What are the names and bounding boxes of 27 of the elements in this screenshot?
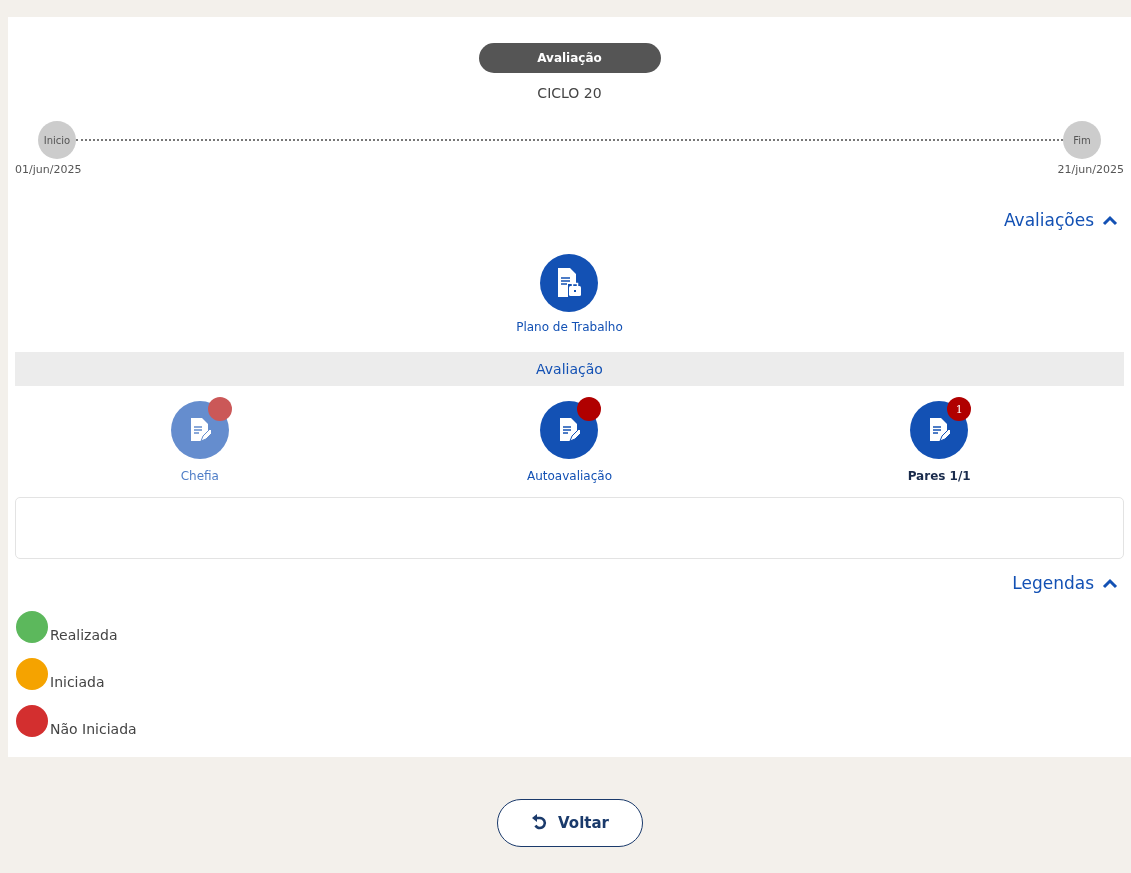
- document-edit-icon: [188, 417, 211, 443]
- document-edit-icon: [928, 417, 951, 443]
- legend-toggle[interactable]: Legendas: [1012, 573, 1118, 593]
- timeline-start-node: Inicio: [38, 121, 76, 159]
- work-plan-label[interactable]: Plano de Trabalho: [516, 320, 623, 334]
- stage-badge: Avaliação: [478, 43, 661, 73]
- work-plan-button[interactable]: [540, 254, 599, 312]
- notification-badge: 1: [947, 397, 972, 421]
- notification-badge: [577, 397, 602, 421]
- evaluation-label[interactable]: Pares 1/1: [907, 469, 971, 483]
- section-header: Avaliação: [15, 352, 1124, 386]
- start-date: 01/jun/2025: [15, 163, 82, 176]
- document-edit-icon: [558, 417, 581, 443]
- document-briefcase-icon: [556, 267, 583, 299]
- end-date: 21/jun/2025: [1057, 163, 1124, 176]
- legend-label: Não Iniciada: [50, 721, 137, 737]
- back-button[interactable]: Voltar: [496, 799, 643, 847]
- cycle-title: CICLO 20: [537, 85, 602, 101]
- legend-label: Realizada: [50, 627, 118, 643]
- legend-label: Iniciada: [50, 674, 105, 690]
- evaluation-label[interactable]: Autoavaliação: [527, 469, 612, 483]
- notification-badge: [207, 397, 232, 421]
- evaluations-toggle[interactable]: Avaliações: [1003, 210, 1118, 230]
- chevron-up-icon: [1102, 214, 1118, 226]
- undo-icon: [530, 814, 549, 832]
- chevron-up-icon: [1102, 577, 1118, 589]
- timeline-end-node: Fim: [1063, 121, 1101, 159]
